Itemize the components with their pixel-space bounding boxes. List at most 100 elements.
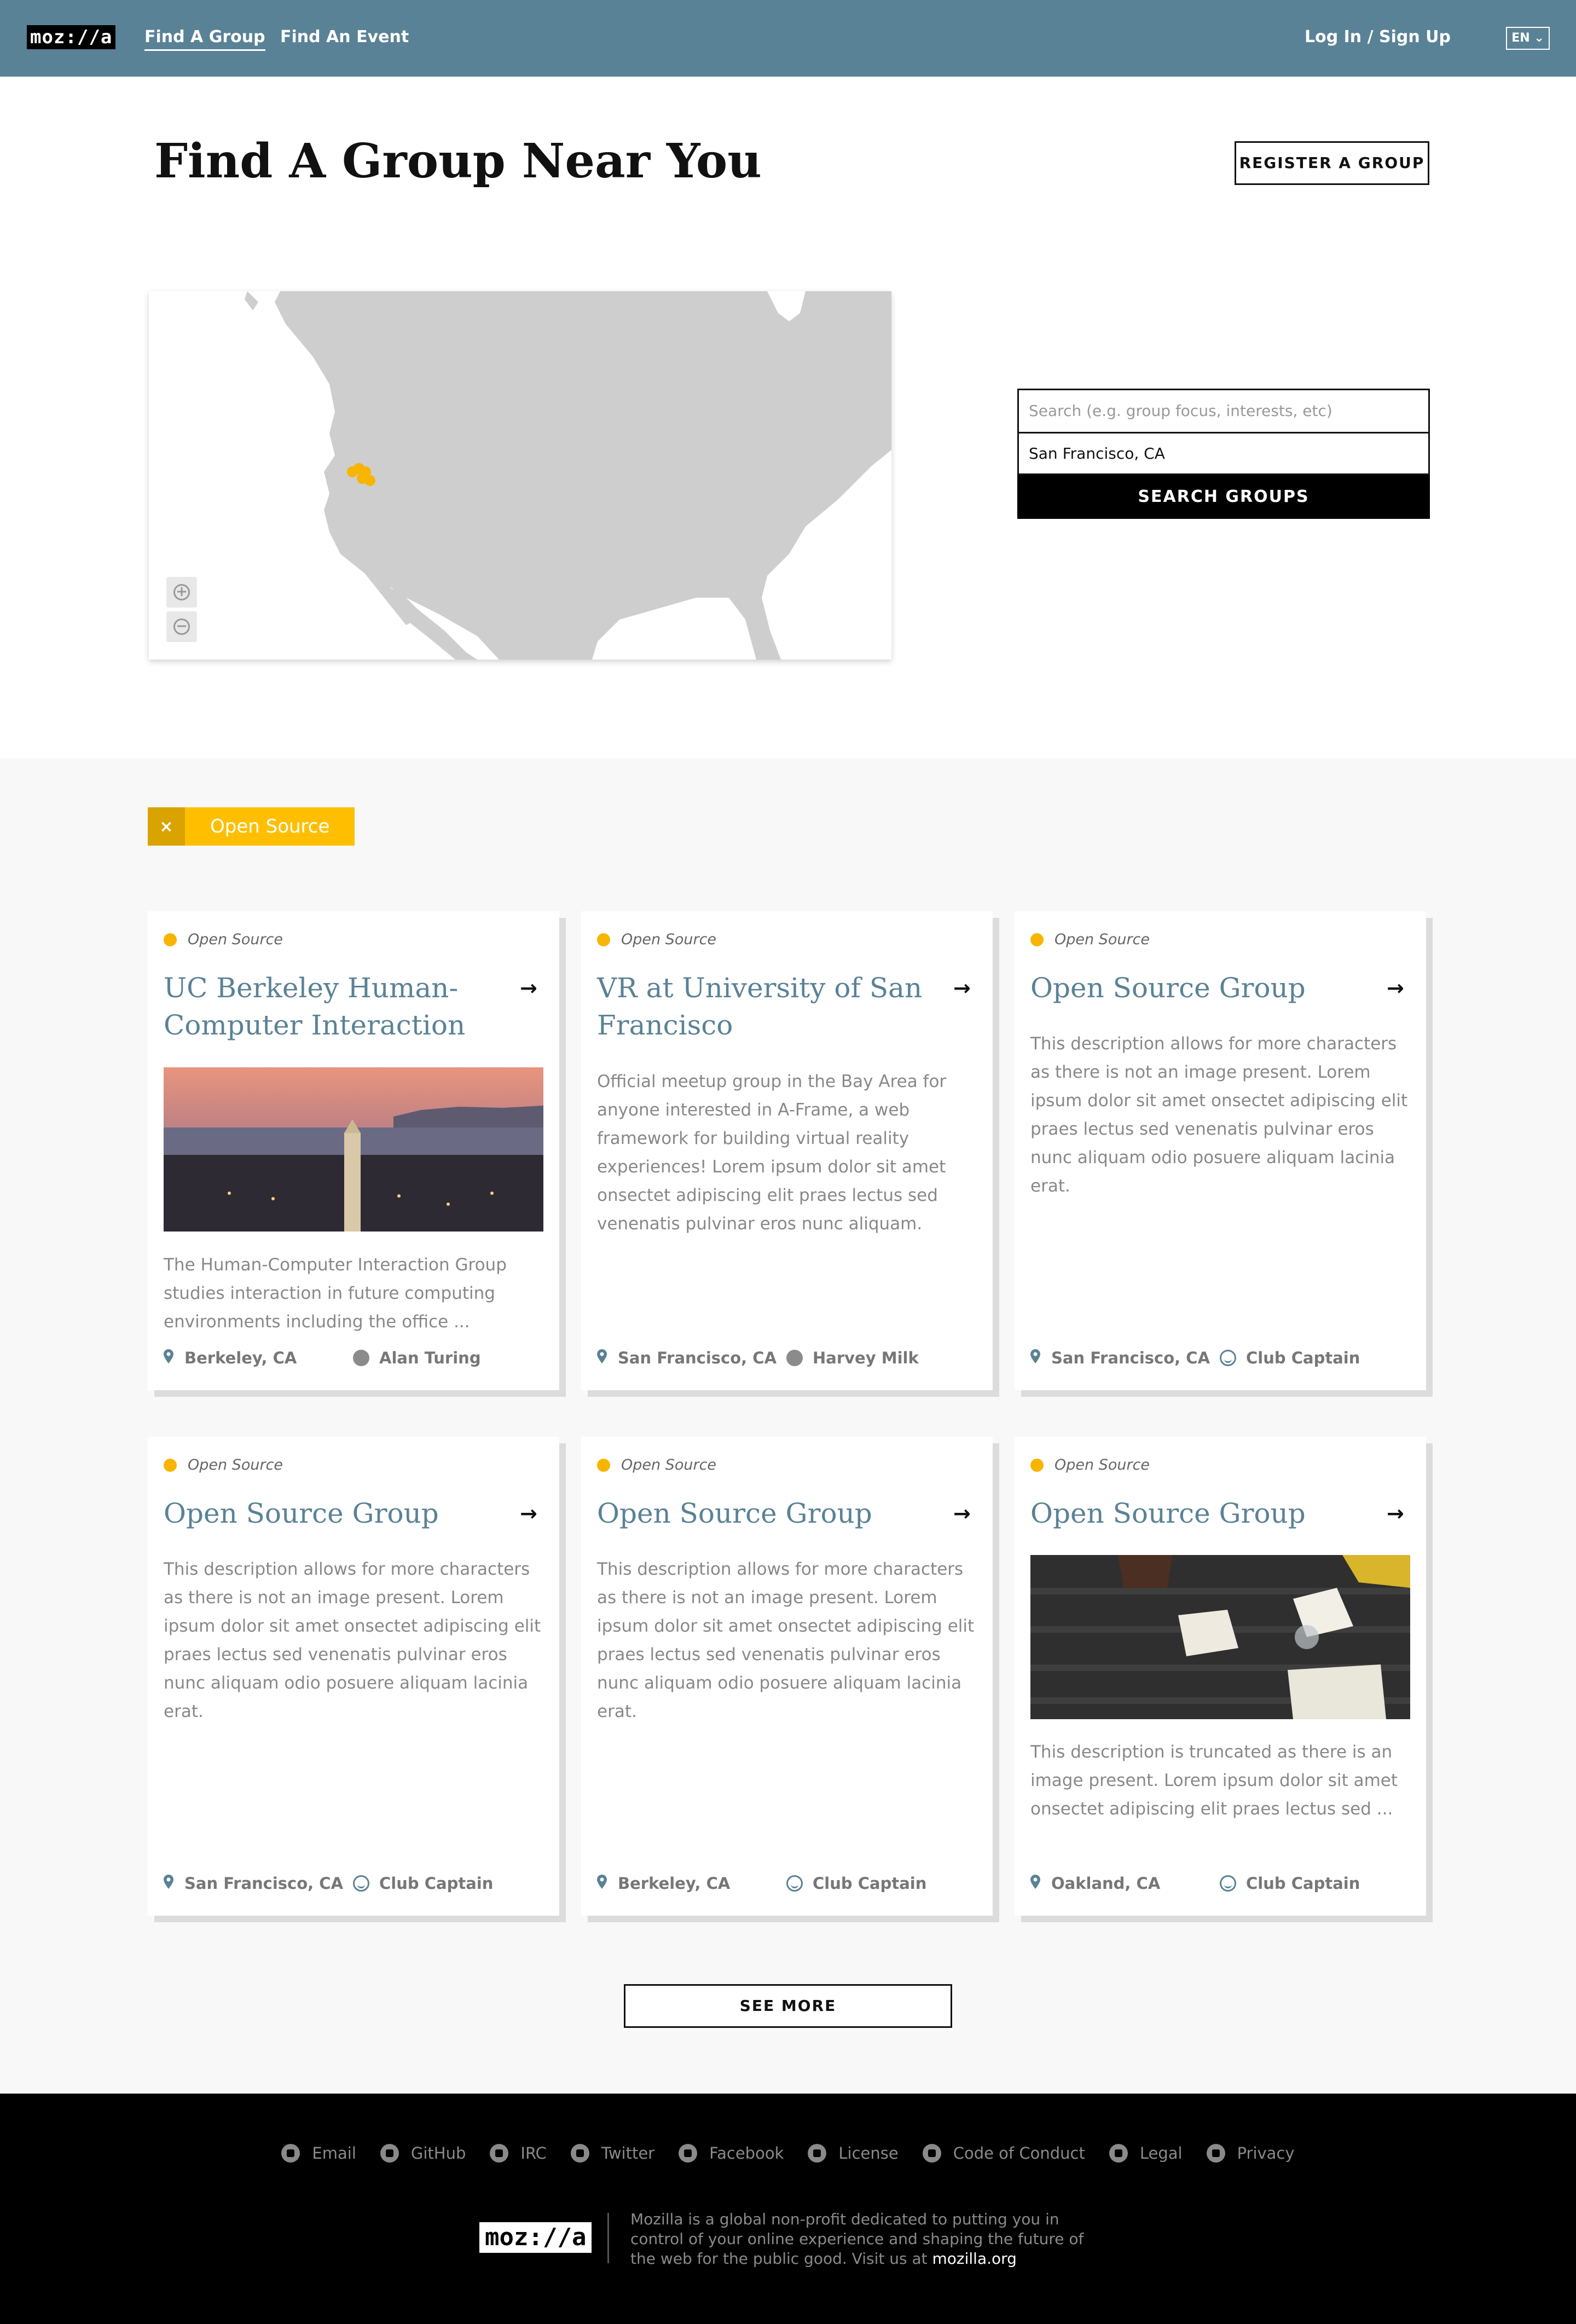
card-title[interactable]: Open Source Group [1030,1495,1359,1532]
footer-link-label: License [838,2144,899,2163]
card-title[interactable]: Open Source Group [1030,969,1359,1007]
footer-link-github[interactable]: GitHub [380,2144,466,2163]
card-description: Official meetup group in the Bay Area fo… [597,1072,947,1234]
card-title[interactable]: UC Berkeley Human-Computer Interaction [164,969,492,1044]
register-group-button[interactable]: REGISTER A GROUP [1235,141,1429,185]
card-location: San Francisco, CA [1051,1349,1210,1367]
card-meta: San Francisco, CA Harvey Milk [597,1347,919,1369]
zoom-in-button[interactable]: + [166,577,197,608]
email-icon [281,2144,300,2163]
footer-link-label: Twitter [601,2144,655,2163]
card-description: This description is truncated as there i… [1030,1742,1398,1819]
map-marker-cluster[interactable] [346,462,379,495]
close-icon[interactable]: × [148,807,185,846]
smiley-icon [1220,1875,1236,1892]
footer-link-email[interactable]: Email [281,2144,356,2163]
card-title[interactable]: Open Source Group [597,1495,925,1532]
twitter-icon [570,2144,589,2163]
card-meta: Berkeley, CA Club Captain [597,1872,926,1894]
footer-link-facebook[interactable]: Facebook [679,2144,784,2163]
license-icon [808,2144,827,2163]
card-organizer[interactable]: Alan Turing [353,1347,481,1369]
minus-icon: − [173,618,190,635]
card-organizer[interactable]: Club Captain [1220,1872,1360,1894]
location-pin-icon [597,1874,607,1893]
category-label: Open Source [188,1456,283,1473]
organizer-name: Alan Turing [379,1349,481,1367]
page-title: Find A Group Near You [154,134,762,189]
card-title[interactable]: Open Source Group [164,1495,492,1532]
group-card[interactable]: Open Source Open Source Group → This des… [1015,1437,1426,1916]
footer-mozilla-logo[interactable]: moz://a [479,2222,592,2253]
smiley-icon [1220,1350,1236,1366]
language-selector[interactable]: EN ⌄ [1506,27,1550,50]
group-card[interactable]: Open Source Open Source Group → This des… [148,1437,559,1916]
location-pin-icon [1030,1349,1040,1367]
category-dot-icon [164,933,177,946]
map-pin-icon [347,463,375,486]
footer-link-label: GitHub [410,2144,466,2163]
footer-link-irc[interactable]: IRC [490,2144,547,2163]
footer-link-license[interactable]: License [808,2144,899,2163]
filter-label: Open Source [210,816,330,837]
group-card[interactable]: Open Source Open Source Group → This des… [581,1437,993,1916]
zoom-out-button[interactable]: − [166,611,197,642]
study-table-image [1030,1555,1410,1719]
category-label: Open Source [621,1456,717,1473]
group-card[interactable]: Open Source VR at University of San Fran… [581,911,993,1390]
card-organizer[interactable]: Harvey Milk [786,1347,919,1369]
group-card[interactable]: Open Source Open Source Group → This des… [1015,911,1426,1390]
arrow-right-icon[interactable]: → [953,976,971,1000]
search-input[interactable]: Search (e.g. group focus, interests, etc… [1017,389,1430,432]
footer-link-label: Email [312,2144,356,2163]
nav-find-a-group[interactable]: Find A Group [144,26,265,51]
location-pin-icon [597,1349,607,1367]
card-location: San Francisco, CA [618,1349,777,1367]
footer-link-legal[interactable]: Legal [1109,2144,1183,2163]
card-location: Berkeley, CA [618,1874,731,1893]
footer-link-twitter[interactable]: Twitter [570,2144,655,2163]
card-organizer[interactable]: Club Captain [353,1872,493,1894]
mozilla-org-link[interactable]: mozilla.org [932,2250,1017,2268]
campanile-sunset-image [164,1067,543,1232]
mozilla-logo[interactable]: moz://a [27,25,116,49]
arrow-right-icon[interactable]: → [1387,1501,1404,1525]
card-description: This description allows for more charact… [164,1559,541,1721]
code-of-conduct-icon [922,2144,941,2163]
footer-divider [607,2213,609,2263]
card-category: Open Source [597,1456,716,1473]
card-meta: San Francisco, CA Club Captain [1030,1347,1360,1369]
card-location: San Francisco, CA [184,1874,344,1893]
active-filter-tag[interactable]: × Open Source [148,807,355,846]
location-input[interactable]: San Francisco, CA [1017,432,1430,475]
card-organizer[interactable]: Club Captain [786,1872,926,1894]
arrow-right-icon[interactable]: → [953,1501,971,1525]
language-label: EN [1511,31,1530,45]
nav-find-an-event[interactable]: Find An Event [280,26,409,48]
footer-link-privacy[interactable]: Privacy [1206,2144,1295,2163]
card-category: Open Source [164,1456,283,1473]
arrow-right-icon[interactable]: → [520,976,537,1000]
group-map[interactable]: + − [149,291,891,660]
plus-icon: + [173,584,190,600]
card-category: Open Source [164,931,283,948]
footer-links: Email GitHub IRC Twitter Facebook Licens… [0,2144,1576,2163]
search-groups-button[interactable]: SEARCH GROUPS [1017,475,1430,519]
card-organizer[interactable]: Club Captain [1220,1347,1360,1369]
card-meta: Berkeley, CA Alan Turing [164,1347,481,1369]
footer-description: Mozilla is a global non-profit dedicated… [630,2210,1101,2269]
smiley-icon [353,1875,369,1892]
search-form: Search (e.g. group focus, interests, etc… [1017,389,1430,519]
card-category: Open Source [597,931,716,948]
footer-link-label: Legal [1139,2144,1183,2163]
login-signup-link[interactable]: Log In / Sign Up [1305,26,1451,48]
category-dot-icon [1030,933,1044,946]
arrow-right-icon[interactable]: → [520,1501,537,1525]
footer-link-label: Code of Conduct [953,2144,1085,2163]
group-card[interactable]: Open Source UC Berkeley Human-Computer I… [148,911,559,1390]
see-more-button[interactable]: SEE MORE [624,1984,952,2028]
card-title[interactable]: VR at University of San Francisco [597,969,925,1044]
card-location: Oakland, CA [1051,1874,1161,1893]
footer-link-code-of-conduct[interactable]: Code of Conduct [922,2144,1085,2163]
arrow-right-icon[interactable]: → [1387,976,1404,1000]
